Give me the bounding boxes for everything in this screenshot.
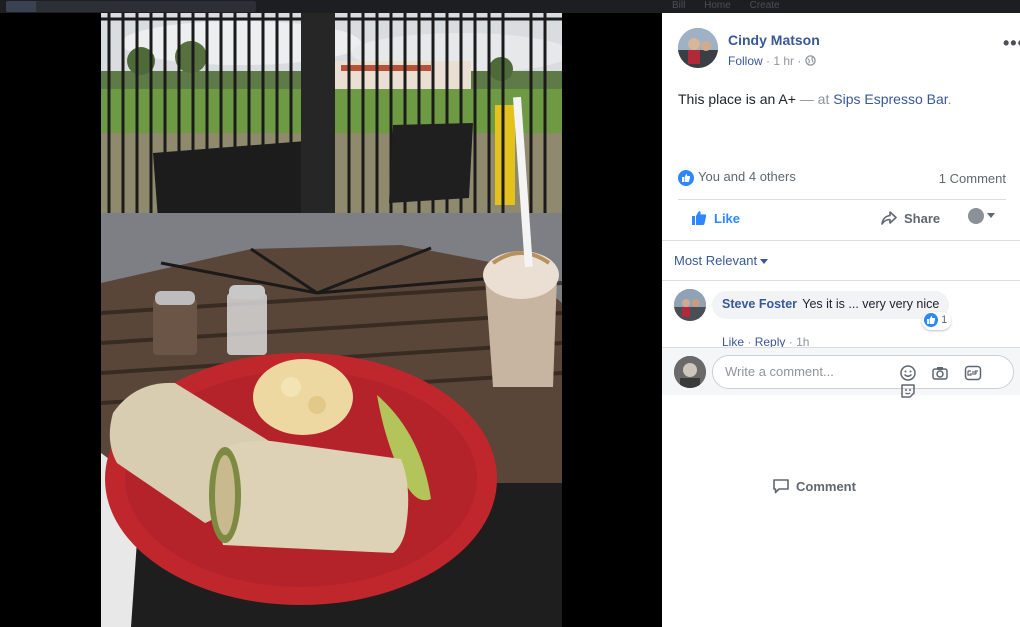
commenter-avatar[interactable] [674,289,706,321]
divider [678,199,1006,200]
follow-link[interactable]: Follow [728,54,763,68]
nav-profile[interactable]: Bill [672,0,685,11]
comment-like-count[interactable]: 1 [922,312,952,330]
comment-item: Steve Foster Yes it is ... very very nic… [674,289,1004,349]
emoji-icon[interactable] [899,364,917,382]
viewer-avatar [968,207,984,224]
composer-icons [899,364,1013,400]
thumbs-up-icon [692,211,707,225]
top-navigation-bar: Bill Home Create [0,0,1020,13]
author-avatar[interactable] [678,28,718,68]
post-author-name[interactable]: Cindy Matson [728,32,820,48]
post-time[interactable]: 1 hr [773,54,794,68]
comment-button-label: Comment [796,479,856,494]
like-button-label: Like [714,211,741,226]
like-button[interactable]: Like [690,209,740,227]
like-reaction-icon [924,313,938,327]
comment-text: Yes it is ... very very nice [802,297,940,311]
post-header: Cindy Matson Follow · 1 hr · ••• [678,28,1020,70]
comment-composer [662,347,1020,398]
comment-icon [773,479,789,494]
like-reaction-icon[interactable] [678,170,694,186]
comment-sort-label: Most Relevant [674,253,758,268]
divider [662,240,1020,241]
post-actions: Like Comment Share [678,201,1006,494]
post-text: This place is an A+ [678,91,796,107]
place-link[interactable]: Sips Espresso Bar [833,91,947,107]
post-body: This place is an A+ — at Sips Espresso B… [678,91,952,107]
more-options-icon[interactable]: ••• [1003,34,1020,52]
post-at-text: — at [795,91,834,107]
chevron-down-icon [987,213,995,219]
comments-count[interactable]: 1 Comment [939,171,1006,186]
comment-like-number: 1 [941,313,948,326]
nav-create[interactable]: Create [750,0,780,11]
comment-bubble: Steve Foster Yes it is ... very very nic… [712,291,950,319]
sticker-icon[interactable] [899,382,917,400]
post-photo[interactable] [101,13,562,627]
meta-separator: · [797,54,805,68]
camera-icon[interactable] [931,364,949,382]
comment-input[interactable] [725,364,885,379]
globe-icon [805,55,816,66]
share-button-label: Share [904,211,941,226]
photo-viewer [0,13,662,627]
comment-input-box[interactable] [712,355,1014,398]
search-input[interactable] [36,1,256,12]
comment-button[interactable]: Comment [772,477,1020,531]
post-period: . [947,91,952,107]
react-as-selector[interactable] [968,207,995,224]
chevron-down-icon [760,259,769,265]
share-arrow-icon [881,211,897,225]
comment-sort-dropdown[interactable]: Most Relevant [674,253,769,268]
post-meta: Follow · 1 hr · [728,54,816,68]
reactions-summary[interactable]: You and 4 others [698,169,796,184]
viewer-avatar [674,356,706,388]
divider [662,280,1020,281]
commenter-name[interactable]: Steve Foster [722,297,797,311]
nav-home[interactable]: Home [704,0,731,11]
post-panel: Cindy Matson Follow · 1 hr · ••• This pl… [662,13,1020,627]
gif-icon[interactable] [964,364,982,382]
share-button[interactable]: Share [880,209,940,227]
reactions-bar: You and 4 others 1 Comment [678,167,1006,189]
top-nav-links: Bill Home Create [672,0,796,12]
